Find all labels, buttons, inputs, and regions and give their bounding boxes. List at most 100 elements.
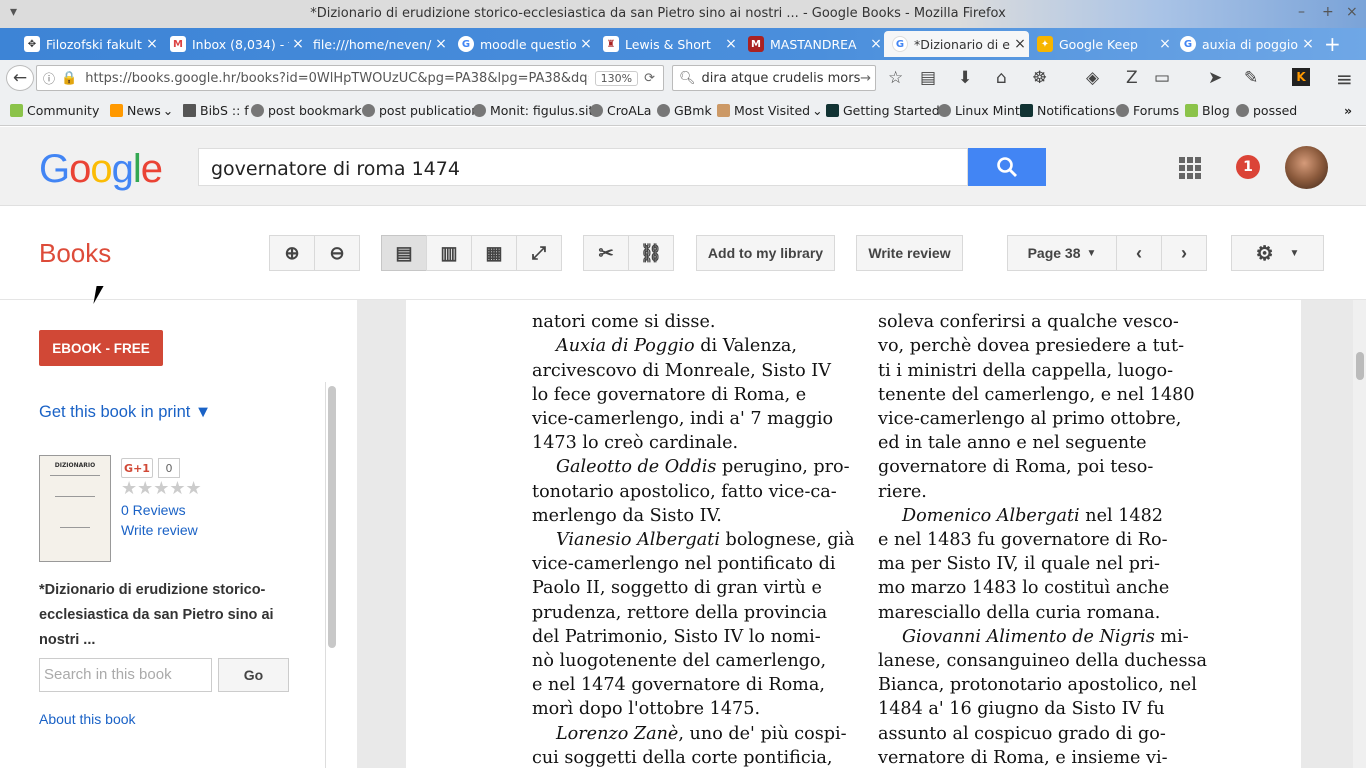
- bookmark-croala[interactable]: CroALa: [590, 103, 651, 118]
- ebook-free-button[interactable]: EBOOK - FREE: [39, 330, 163, 366]
- maximize-icon[interactable]: +: [1322, 4, 1334, 20]
- globe-icon: [362, 104, 375, 117]
- close-tab-icon[interactable]: ×: [432, 36, 450, 52]
- fullscreen-button[interactable]: ⤢: [516, 235, 562, 271]
- notifications-badge[interactable]: 1: [1236, 155, 1260, 179]
- reviews-link[interactable]: 0 Reviews: [121, 502, 186, 518]
- bookmark-notifications[interactable]: Notifications: [1020, 103, 1115, 118]
- bookmark-post-publication[interactable]: post publication: [362, 103, 479, 118]
- bookmark-monit[interactable]: Monit: figulus.sit: [473, 103, 593, 118]
- search-text[interactable]: dira atque crudelis mors: [702, 71, 861, 86]
- tab-google-keep[interactable]: ✦ Google Keep ×: [1029, 31, 1174, 57]
- single-page-button[interactable]: ▤: [381, 235, 427, 271]
- google-search-input[interactable]: governatore di roma 1474: [198, 148, 968, 186]
- tab-inbox[interactable]: M Inbox (8,034) - f ×: [162, 31, 307, 57]
- tab-mastandrea[interactable]: M MASTANDREA ×: [740, 31, 885, 57]
- home-icon[interactable]: ⌂: [996, 68, 1007, 88]
- google-logo[interactable]: Google: [39, 147, 163, 192]
- extension-icon[interactable]: ☸: [1032, 68, 1047, 88]
- hamburger-menu-icon[interactable]: ≡: [1336, 67, 1353, 91]
- two-page-button[interactable]: ▥: [426, 235, 472, 271]
- bookmark-possed[interactable]: possed: [1236, 103, 1297, 118]
- bookmark-star-icon[interactable]: ☆: [888, 68, 903, 88]
- book-title: *Dizionario di erudizione storico-eccles…: [39, 582, 274, 648]
- url-bar[interactable]: ⓘ 🔒 https://books.google.hr/books?id=0Wl…: [36, 65, 664, 91]
- scrollbar-thumb[interactable]: [328, 386, 336, 648]
- zoom-out-button[interactable]: ⊖: [314, 235, 360, 271]
- folder-icon: [717, 104, 730, 117]
- scrollbar-thumb[interactable]: [1356, 352, 1364, 380]
- bookmark-community[interactable]: Community: [10, 103, 99, 118]
- close-window-icon[interactable]: ×: [1346, 4, 1358, 20]
- about-book-link[interactable]: About this book: [39, 711, 136, 727]
- go-button[interactable]: Go: [218, 658, 289, 692]
- clip-button[interactable]: ✂: [583, 235, 629, 271]
- info-icon[interactable]: ⓘ: [43, 70, 55, 87]
- bookmark-label: BibS :: f: [200, 103, 249, 118]
- bookmark-bibs[interactable]: BibS :: f: [183, 103, 249, 118]
- downloads-icon[interactable]: ⬇: [958, 68, 972, 88]
- url-text[interactable]: https://books.google.hr/books?id=0WlHpTW…: [85, 71, 588, 86]
- back-arrow-icon[interactable]: ←: [6, 65, 34, 91]
- bookmarks-overflow-icon[interactable]: »: [1344, 103, 1352, 118]
- page-text-line: vo, perchè dovea presiedere a tut-: [878, 336, 1185, 357]
- add-to-library-button[interactable]: Add to my library: [696, 235, 835, 271]
- tab-dizionario[interactable]: G *Dizionario di e ×: [884, 31, 1029, 57]
- book-viewer[interactable]: natori come si disse. Auxia di Poggio di …: [357, 300, 1366, 768]
- search-in-book-input[interactable]: Search in this book: [39, 658, 212, 692]
- zoom-level[interactable]: 130%: [594, 70, 639, 86]
- close-tab-icon[interactable]: ×: [1299, 36, 1317, 52]
- write-review-button[interactable]: Write review: [856, 235, 963, 271]
- bookmark-forums[interactable]: Forums: [1116, 103, 1179, 118]
- tab-lewis-short[interactable]: ♜ Lewis & Short ×: [595, 31, 740, 57]
- tab-auxia[interactable]: Gauxia di poggio ×: [1172, 31, 1317, 57]
- close-tab-icon[interactable]: ×: [1011, 36, 1029, 52]
- zoom-in-button[interactable]: ⊕: [269, 235, 315, 271]
- previous-page-button[interactable]: ‹: [1116, 235, 1162, 271]
- new-tab-button[interactable]: +: [1316, 31, 1356, 57]
- pocket-icon[interactable]: ◈: [1086, 68, 1099, 88]
- avatar[interactable]: [1285, 146, 1328, 189]
- link-button[interactable]: ⛓: [628, 235, 674, 271]
- search-go-icon[interactable]: →: [860, 71, 871, 86]
- minimize-icon[interactable]: –: [1298, 4, 1305, 20]
- bookmark-gbmk[interactable]: GBmk: [657, 103, 712, 118]
- lock-icon: 🔒: [61, 70, 78, 86]
- reader-view-icon[interactable]: ▤: [920, 68, 936, 88]
- send-icon[interactable]: ➤: [1208, 68, 1222, 88]
- google-plus-button[interactable]: G+1: [121, 458, 153, 478]
- bookmark-blog[interactable]: Blog: [1185, 103, 1230, 118]
- page-dropdown[interactable]: Page 38 ▼: [1007, 235, 1117, 271]
- reload-icon[interactable]: ⟳: [644, 71, 655, 86]
- viewer-scrollbar[interactable]: [1353, 300, 1366, 768]
- search-bar[interactable]: 🔍︎ dira atque crudelis mors →: [672, 65, 876, 91]
- get-in-print-link[interactable]: Get this book in print ▼: [39, 403, 211, 422]
- bookmark-linux-mint[interactable]: Linux Mint: [938, 103, 1020, 118]
- tab-file[interactable]: file:///home/neven/×: [305, 31, 450, 57]
- settings-dropdown[interactable]: ⚙ ▼: [1231, 235, 1324, 271]
- tab-label: Inbox (8,034) - f: [192, 36, 289, 52]
- apps-grid-icon[interactable]: [1179, 157, 1201, 179]
- tab-moodle[interactable]: Gmoodle questio ×: [450, 31, 595, 57]
- bookmark-most-visited[interactable]: Most Visited ⌄: [717, 103, 823, 118]
- close-tab-icon[interactable]: ×: [577, 36, 595, 52]
- tab-filozofski[interactable]: ✥ Filozofski fakult ×: [16, 31, 161, 57]
- extension-k-icon[interactable]: K: [1292, 68, 1310, 86]
- book-cover[interactable]: DIZIONARIO: [39, 455, 111, 562]
- books-title[interactable]: Books: [39, 238, 111, 269]
- bookmark-post-bookmark[interactable]: post bookmark: [251, 103, 362, 118]
- google-search-button[interactable]: [968, 148, 1046, 186]
- zotero-icon[interactable]: Z: [1126, 68, 1138, 88]
- screenshot-icon[interactable]: ▭: [1154, 68, 1170, 88]
- extension-icon[interactable]: ✎: [1244, 68, 1258, 88]
- bookmark-news[interactable]: News ⌄: [110, 103, 173, 118]
- sidebar-scrollbar[interactable]: [325, 382, 337, 768]
- next-page-button[interactable]: ›: [1161, 235, 1207, 271]
- close-tab-icon[interactable]: ×: [143, 36, 161, 52]
- close-tab-icon[interactable]: ×: [722, 36, 740, 52]
- write-review-link[interactable]: Write review: [121, 522, 198, 538]
- bookmarks-toolbar: Community News ⌄ BibS :: f post bookmark …: [0, 96, 1366, 126]
- bookmark-getting-started[interactable]: Getting Started: [826, 103, 940, 118]
- close-tab-icon[interactable]: ×: [867, 36, 885, 52]
- thumbnail-view-button[interactable]: ▦: [471, 235, 517, 271]
